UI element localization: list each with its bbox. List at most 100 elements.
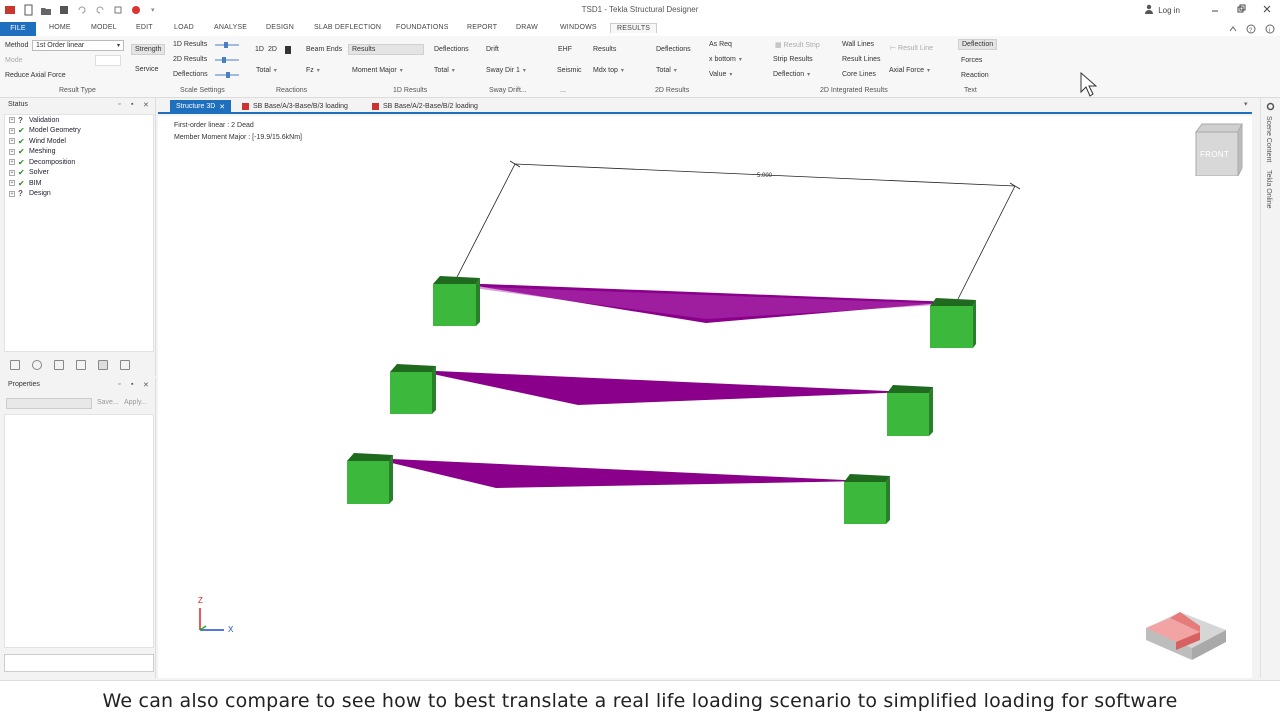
structure-tool-icon[interactable] [10,360,20,370]
scene-content-tab[interactable]: Scene Content [1265,116,1272,162]
panel-pin-icon[interactable]: ▪ [131,101,133,108]
axial-force-dropdown[interactable]: Axial Force [889,67,930,74]
ehf-button[interactable]: EHF [558,46,572,53]
mini-model-navigator[interactable] [1140,606,1230,662]
tab-model[interactable]: MODEL [91,24,117,31]
result-strip-button[interactable]: ▦ Result Strip [775,41,820,49]
tree-item-meshing[interactable]: + ✔ Meshing [5,147,153,158]
column-a2[interactable] [390,364,436,414]
minimize-icon[interactable] [1210,4,1220,16]
strip-deflection-dropdown[interactable]: Deflection [773,71,810,78]
collapse-ribbon-icon[interactable] [1229,25,1237,35]
result-lines-button[interactable]: Result Lines [842,56,881,63]
fz-dropdown[interactable]: Fz [306,67,320,74]
structure-3d-view[interactable]: 5.000 First-order linear: 2 Dead Member… [158,116,1252,678]
expand-icon[interactable]: + [9,180,15,187]
1d-toggle-button[interactable]: 1D [255,46,264,53]
restore-icon[interactable] [1236,4,1246,16]
column-b2[interactable] [887,385,933,436]
doc-tab-structure-3d[interactable]: Structure 3D ✕ [170,100,232,113]
text-reaction-button[interactable]: Reaction [961,72,989,79]
tab-home[interactable]: HOME [49,24,71,31]
mode-select[interactable] [95,55,121,66]
deflections-button[interactable]: Deflections [434,46,469,53]
drift-button[interactable]: Drift [486,46,499,53]
tab-load[interactable]: LOAD [174,24,194,31]
save-button[interactable]: Save... [97,399,119,406]
2d-results-scale[interactable]: 2D Results [173,56,207,63]
tree-item-solver[interactable]: + ✔ Solver [5,168,153,179]
value-dropdown[interactable]: Value [709,71,732,78]
tab-windows[interactable]: WINDOWS [560,24,597,31]
sway-dir-dropdown[interactable]: Sway Dir 1 [486,67,526,74]
tree-item-validation[interactable]: +? Validation [5,115,153,126]
tab-design[interactable]: DESIGN [266,24,294,31]
tab-draw[interactable]: DRAW [516,24,538,31]
deflections-total-dropdown[interactable]: Total [434,67,455,74]
tree-item-decomposition[interactable]: + ✔ Decomposition [5,157,153,168]
settings-gear-icon[interactable] [1266,102,1275,113]
loading-tool-icon[interactable] [54,360,64,370]
result-line-button[interactable]: ⊢ Result Line [890,44,933,52]
login-button[interactable]: Log in [1144,4,1180,16]
help-icon[interactable]: ? [1246,24,1256,36]
tree-item-design[interactable]: +? Design [5,189,153,200]
expand-icon[interactable]: + [9,117,15,124]
groups-tool-icon[interactable] [120,360,130,370]
info-icon[interactable]: i [1265,24,1275,36]
slider-deflections-icon[interactable] [214,71,240,79]
globe-tool-icon[interactable] [32,360,42,370]
2d-results-button[interactable]: Results [593,46,616,53]
reaction-icon[interactable] [284,45,292,57]
tab-slab-deflection[interactable]: SLAB DEFLECTION [314,24,381,31]
panel-close-icon[interactable]: ✕ [143,101,149,109]
2d-total-dropdown[interactable]: Total [656,67,677,74]
slider-1d-icon[interactable] [214,41,240,49]
1d-results-scale[interactable]: 1D Results [173,41,207,48]
tab-results[interactable]: RESULTS [610,23,658,33]
text-forces-button[interactable]: Forces [961,57,982,64]
doc-tab-sb-a3-b3[interactable]: SB Base/A/3-Base/B/3 loading [236,100,354,113]
tab-analyse[interactable]: ANALYSE [214,24,247,31]
column-a3[interactable] [433,276,480,326]
column-b3[interactable] [930,298,976,348]
expand-icon[interactable]: + [9,148,15,155]
beam-1[interactable] [458,283,953,323]
panel-pin-icon[interactable]: ▪ [131,381,133,388]
tree-item-model-geometry[interactable]: + ✔ Model Geometry [5,126,153,137]
deflections-scale[interactable]: Deflections [173,71,208,78]
levels-tool-icon[interactable] [76,360,86,370]
tab-report[interactable]: REPORT [467,24,497,31]
seismic-button[interactable]: Seismic [557,67,582,74]
reactions-total-dropdown[interactable]: Total [256,67,277,74]
panel-restore-icon[interactable]: ▫ [118,101,120,108]
expand-icon[interactable]: + [9,127,15,134]
tab-file[interactable]: FILE [0,22,36,36]
method-select[interactable]: 1st Order linear ▾ [32,40,124,51]
as-req-button[interactable]: As Req [709,41,732,48]
wall-lines-button[interactable]: Wall Lines [842,41,874,48]
x-bottom-dropdown[interactable]: x bottom [709,56,742,63]
doc-tab-sb-a2-b2[interactable]: SB Base/A/2-Base/B/2 loading [366,100,484,113]
close-icon[interactable] [1262,4,1272,16]
panel-close-icon[interactable]: ✕ [143,381,149,389]
2d-deflections-button[interactable]: Deflections [656,46,691,53]
moment-major-dropdown[interactable]: Moment Major [352,67,403,74]
reduce-axial-checkbox[interactable]: Reduce Axial Force [5,72,66,79]
strip-results-button[interactable]: Strip Results [773,56,813,63]
service-button[interactable]: Service [132,65,161,74]
properties-set-select[interactable] [6,398,92,409]
beam-3[interactable] [371,458,866,488]
tab-edit[interactable]: EDIT [136,24,153,31]
tekla-online-tab[interactable]: Tekla Online [1265,170,1272,209]
tab-list-icon[interactable]: ▾ [1244,100,1248,108]
expand-icon[interactable]: + [9,159,15,166]
text-deflection-button[interactable]: Deflection [958,39,998,50]
tree-item-bim[interactable]: + ✔ BIM [5,178,153,189]
column-b1[interactable] [844,474,890,524]
expand-icon[interactable]: + [9,138,15,145]
view-cube[interactable]: FRONT [1194,122,1244,177]
1d-results-button[interactable]: Results [348,44,424,55]
tree-item-wind-model[interactable]: + ✔ Wind Model [5,136,153,147]
tab-foundations[interactable]: FOUNDATIONS [396,24,449,31]
